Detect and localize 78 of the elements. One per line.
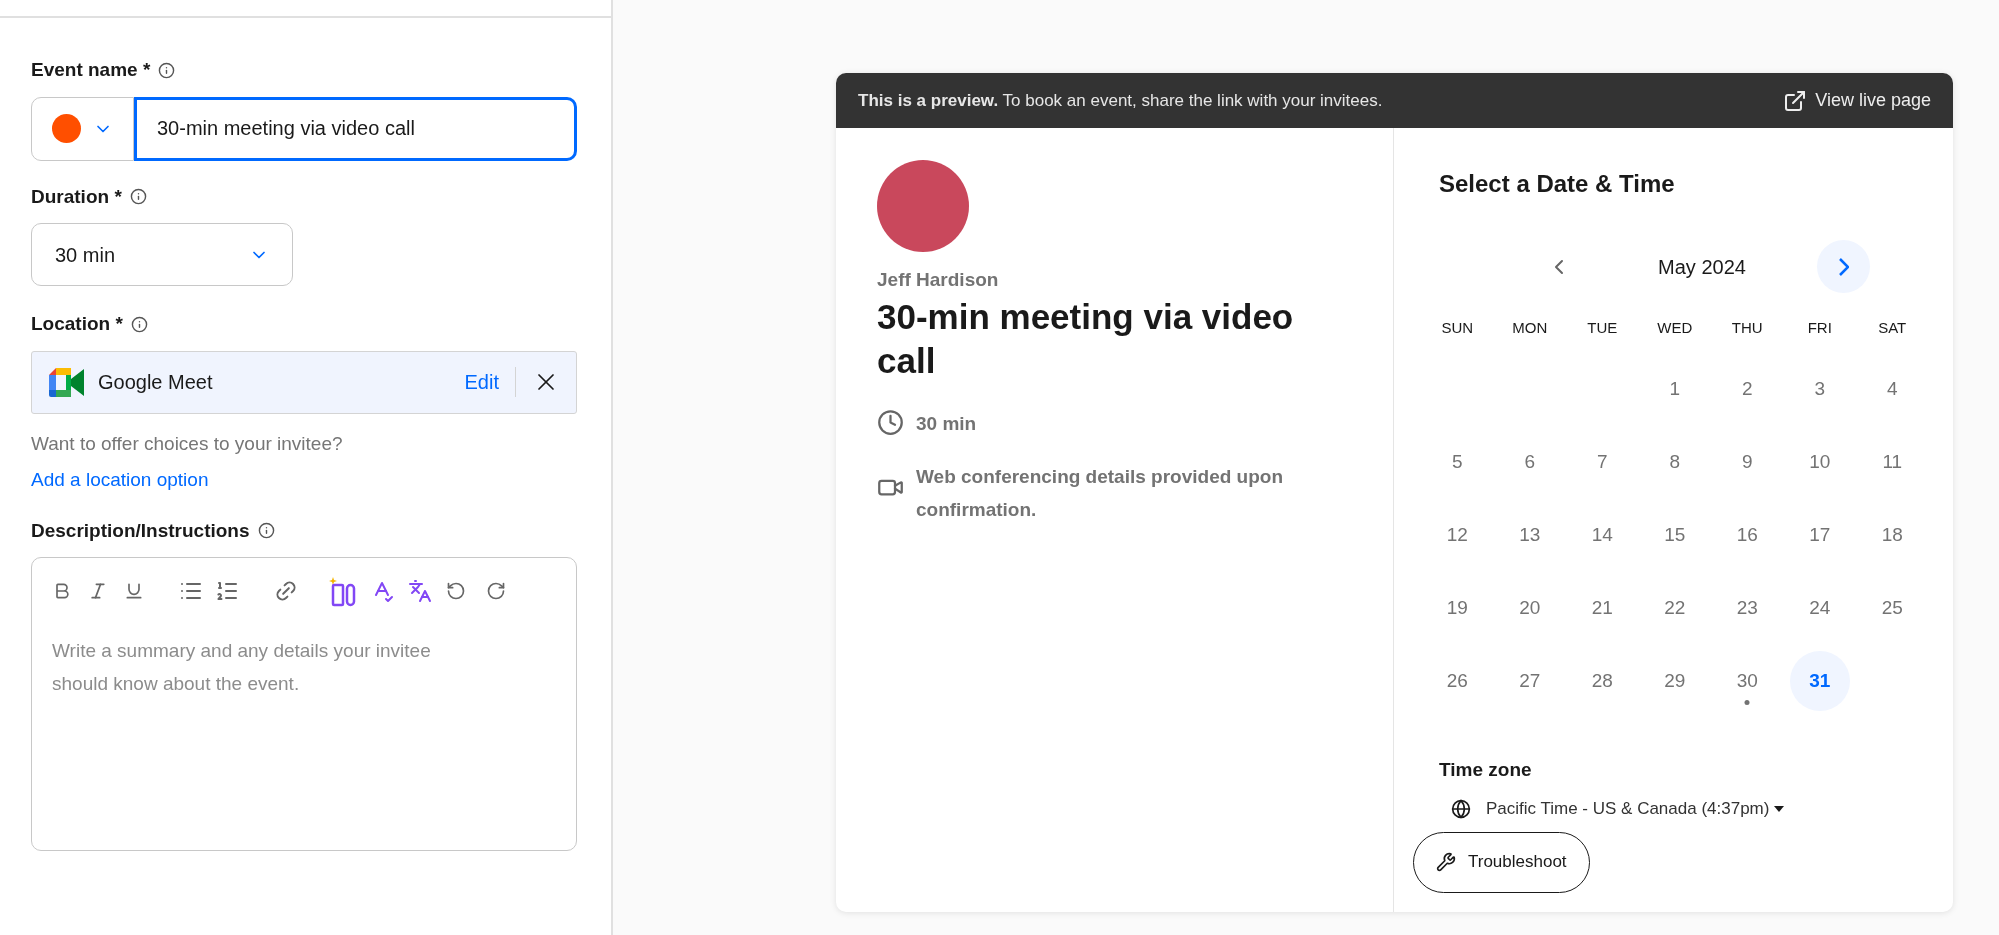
description-placeholder: Write a summary and any details your invitee should know about the event. <box>52 639 432 696</box>
clock-icon <box>877 408 904 436</box>
preview-notice: This is a preview. To book an event, share the link with your invitees. <box>858 89 1383 112</box>
field-label: Event name * <box>31 58 151 82</box>
translate-icon[interactable] <box>408 579 432 603</box>
view-live-page-link[interactable]: View live page <box>1783 87 1931 114</box>
calendar-day[interactable]: 29 <box>1644 651 1705 711</box>
calendar-day[interactable]: 4 <box>1862 359 1923 419</box>
calendar-day[interactable]: 8 <box>1644 432 1705 492</box>
info-icon <box>129 188 147 206</box>
duration-select[interactable]: 30 min <box>31 223 293 286</box>
info-icon <box>158 61 176 79</box>
event-title: 30-min meeting via video call <box>877 295 1295 382</box>
info-icon <box>130 315 148 333</box>
timezone-select[interactable]: Pacific Time - US & Canada (4:37pm) <box>1451 796 1785 822</box>
calendar-day[interactable]: 17 <box>1789 505 1850 565</box>
month-label: May 2024 <box>1657 254 1747 280</box>
redo-icon[interactable] <box>486 581 506 601</box>
field-label: Duration * <box>31 184 122 209</box>
calendar-day[interactable]: 10 <box>1789 432 1850 492</box>
calendar-day[interactable]: 18 <box>1862 505 1923 565</box>
chevron-right-icon <box>1838 257 1849 276</box>
calendar-day[interactable]: 25 <box>1862 578 1923 638</box>
weekday-label: THU <box>1730 318 1764 338</box>
wrench-icon <box>1436 852 1456 872</box>
description-field[interactable]: Write a summary and any details your invitee should know about the event. <box>31 557 577 851</box>
italic-icon[interactable] <box>88 581 108 601</box>
weekday-label: SUN <box>1440 318 1475 338</box>
calendar-day[interactable]: 9 <box>1717 432 1778 492</box>
calendar-day[interactable]: 2 <box>1717 359 1778 419</box>
weekday-label: FRI <box>1806 318 1833 338</box>
calendar-day[interactable]: 1 <box>1644 359 1705 419</box>
calendar-day[interactable]: 7 <box>1572 432 1633 492</box>
calendar-day[interactable]: 19 <box>1427 578 1488 638</box>
weekday-label: WED <box>1656 318 1694 338</box>
calendar-day[interactable]: 6 <box>1499 432 1560 492</box>
undo-icon[interactable] <box>446 581 466 601</box>
underline-icon[interactable] <box>124 581 144 601</box>
info-icon <box>257 522 275 540</box>
calendar-day[interactable]: 14 <box>1572 505 1633 565</box>
calendar-day[interactable]: 26 <box>1427 651 1488 711</box>
calendar-day[interactable]: 3 <box>1789 359 1850 419</box>
weekday-label: MON <box>1511 318 1549 338</box>
location-name: Google Meet <box>98 370 214 395</box>
event-detail: Web conferencing details provided upon confirmation. <box>916 464 1285 522</box>
weekday-label: TUE <box>1586 318 1619 338</box>
dropdown-caret-icon <box>1774 805 1785 812</box>
video-app-logo-icon <box>49 367 84 397</box>
edit-link[interactable]: Edit <box>464 367 516 397</box>
calendar-day[interactable]: 31 <box>1789 651 1850 711</box>
color-picker-button[interactable] <box>31 96 134 161</box>
calendar-day[interactable]: 30 <box>1717 651 1778 711</box>
timezone-label: Time zone <box>1439 757 1533 782</box>
calendar-day[interactable]: 15 <box>1644 505 1705 565</box>
globe-icon <box>1451 798 1471 819</box>
location-hint-text: Want to offer choices to your invitee? <box>31 431 344 456</box>
field-label: Description/Instructions <box>31 518 250 543</box>
calendar-heading: Select a Date & Time <box>1439 169 1676 199</box>
calendar-day[interactable]: 5 <box>1427 432 1488 492</box>
external-link-icon <box>1783 88 1808 113</box>
event-name-input[interactable]: 30-min meeting via video call <box>134 96 577 161</box>
event-detail: 30 min <box>916 411 978 436</box>
calendar-day[interactable]: 23 <box>1717 578 1778 638</box>
calendar-day[interactable]: 16 <box>1717 505 1778 565</box>
calendar-day[interactable]: 28 <box>1572 651 1633 711</box>
field-label: Location * <box>31 312 123 336</box>
calendar-day[interactable]: 20 <box>1499 578 1560 638</box>
calendar-day[interactable]: 13 <box>1499 505 1560 565</box>
calendar-day[interactable]: 27 <box>1499 651 1560 711</box>
add-location-link[interactable]: Add a location option <box>31 466 209 495</box>
host-name: Jeff Hardison <box>877 268 1000 292</box>
calendar-day[interactable]: 12 <box>1427 505 1488 565</box>
calendar-day[interactable]: 24 <box>1789 578 1850 638</box>
calendar-day[interactable]: 22 <box>1644 578 1705 638</box>
weekday-label: SAT <box>1877 318 1908 338</box>
numbered-list-icon[interactable] <box>215 579 239 603</box>
calendar-day[interactable]: 11 <box>1862 432 1923 492</box>
calendar-day[interactable]: 21 <box>1572 578 1633 638</box>
